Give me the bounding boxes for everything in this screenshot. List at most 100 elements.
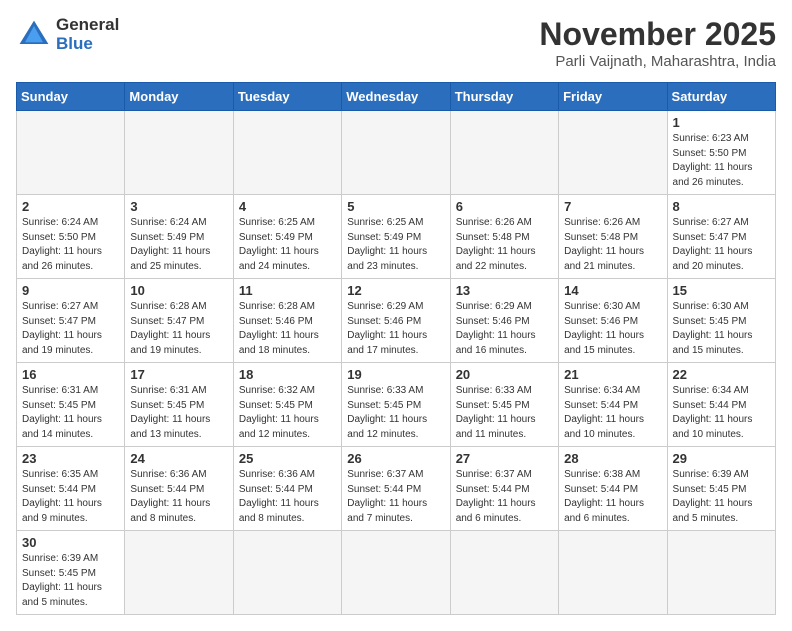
day-info: Sunrise: 6:32 AM Sunset: 5:45 PM Dayligh… <box>239 384 336 442</box>
calendar-cell: 28 Sunrise: 6:38 AM Sunset: 5:44 PM Dayli… <box>559 447 667 531</box>
day-number: 18 <box>239 367 336 382</box>
logo-text: General Blue <box>56 16 119 53</box>
calendar-cell: 27 Sunrise: 6:37 AM Sunset: 5:44 PM Dayli… <box>450 447 558 531</box>
calendar-cell <box>559 111 667 195</box>
logo-icon <box>16 17 52 53</box>
calendar-cell: 19 Sunrise: 6:33 AM Sunset: 5:45 PM Dayli… <box>342 363 450 447</box>
week-row-5: 23 Sunrise: 6:35 AM Sunset: 5:44 PM Dayli… <box>17 447 776 531</box>
calendar-cell: 12 Sunrise: 6:29 AM Sunset: 5:46 PM Dayli… <box>342 279 450 363</box>
calendar-table: SundayMondayTuesdayWednesdayThursdayFrid… <box>16 82 776 615</box>
week-row-6: 30 Sunrise: 6:39 AM Sunset: 5:45 PM Dayli… <box>17 531 776 615</box>
day-info: Sunrise: 6:25 AM Sunset: 5:49 PM Dayligh… <box>347 216 444 274</box>
day-number: 23 <box>22 451 119 466</box>
day-number: 12 <box>347 283 444 298</box>
logo-line2: Blue <box>56 35 119 54</box>
calendar-cell: 4 Sunrise: 6:25 AM Sunset: 5:49 PM Daylig… <box>233 195 341 279</box>
week-row-4: 16Sunrise: 6:31 AM Sunset: 5:45 PM Dayli… <box>17 363 776 447</box>
day-number: 27 <box>456 451 553 466</box>
weekday-header-wednesday: Wednesday <box>342 83 450 111</box>
day-number: 13 <box>456 283 553 298</box>
day-number: 10 <box>130 283 227 298</box>
day-number: 19 <box>347 367 444 382</box>
day-info: Sunrise: 6:37 AM Sunset: 5:44 PM Dayligh… <box>347 468 444 526</box>
calendar-cell <box>450 531 558 615</box>
calendar-cell <box>342 531 450 615</box>
weekday-header-tuesday: Tuesday <box>233 83 341 111</box>
calendar-cell: 20Sunrise: 6:33 AM Sunset: 5:45 PM Dayli… <box>450 363 558 447</box>
calendar-cell: 18 Sunrise: 6:32 AM Sunset: 5:45 PM Dayli… <box>233 363 341 447</box>
calendar-cell: 25 Sunrise: 6:36 AM Sunset: 5:44 PM Dayli… <box>233 447 341 531</box>
day-number: 17 <box>130 367 227 382</box>
calendar-cell: 22 Sunrise: 6:34 AM Sunset: 5:44 PM Dayli… <box>667 363 775 447</box>
day-info: Sunrise: 6:24 AM Sunset: 5:49 PM Dayligh… <box>130 216 227 274</box>
day-info: Sunrise: 6:36 AM Sunset: 5:44 PM Dayligh… <box>130 468 227 526</box>
day-number: 3 <box>130 199 227 214</box>
day-number: 9 <box>22 283 119 298</box>
day-number: 1 <box>673 115 770 130</box>
calendar-cell: 29Sunrise: 6:39 AM Sunset: 5:45 PM Dayli… <box>667 447 775 531</box>
day-number: 8 <box>673 199 770 214</box>
day-info: Sunrise: 6:29 AM Sunset: 5:46 PM Dayligh… <box>347 300 444 358</box>
calendar-cell: 16Sunrise: 6:31 AM Sunset: 5:45 PM Dayli… <box>17 363 125 447</box>
day-number: 2 <box>22 199 119 214</box>
calendar-cell <box>450 111 558 195</box>
page-header: General Blue November 2025 Parli Vaijnat… <box>16 16 776 70</box>
weekday-header-thursday: Thursday <box>450 83 558 111</box>
week-row-1: 1 Sunrise: 6:23 AM Sunset: 5:50 PM Daylig… <box>17 111 776 195</box>
calendar-cell <box>17 111 125 195</box>
day-number: 28 <box>564 451 661 466</box>
weekday-header-sunday: Sunday <box>17 83 125 111</box>
day-info: Sunrise: 6:35 AM Sunset: 5:44 PM Dayligh… <box>22 468 119 526</box>
day-number: 22 <box>673 367 770 382</box>
calendar-cell: 1 Sunrise: 6:23 AM Sunset: 5:50 PM Daylig… <box>667 111 775 195</box>
day-info: Sunrise: 6:36 AM Sunset: 5:44 PM Dayligh… <box>239 468 336 526</box>
month-title: November 2025 <box>539 16 776 53</box>
day-number: 26 <box>347 451 444 466</box>
title-block: November 2025 Parli Vaijnath, Maharashtr… <box>539 16 776 70</box>
day-number: 24 <box>130 451 227 466</box>
calendar-cell: 5Sunrise: 6:25 AM Sunset: 5:49 PM Daylig… <box>342 195 450 279</box>
day-number: 15 <box>673 283 770 298</box>
week-row-3: 9 Sunrise: 6:27 AM Sunset: 5:47 PM Daylig… <box>17 279 776 363</box>
day-info: Sunrise: 6:39 AM Sunset: 5:45 PM Dayligh… <box>22 552 119 610</box>
calendar-cell: 2 Sunrise: 6:24 AM Sunset: 5:50 PM Daylig… <box>17 195 125 279</box>
day-info: Sunrise: 6:25 AM Sunset: 5:49 PM Dayligh… <box>239 216 336 274</box>
logo-line1: General <box>56 16 119 35</box>
calendar-cell: 13Sunrise: 6:29 AM Sunset: 5:46 PM Dayli… <box>450 279 558 363</box>
day-info: Sunrise: 6:26 AM Sunset: 5:48 PM Dayligh… <box>456 216 553 274</box>
calendar-cell: 3 Sunrise: 6:24 AM Sunset: 5:49 PM Daylig… <box>125 195 233 279</box>
weekday-header-row: SundayMondayTuesdayWednesdayThursdayFrid… <box>17 83 776 111</box>
day-number: 11 <box>239 283 336 298</box>
day-info: Sunrise: 6:34 AM Sunset: 5:44 PM Dayligh… <box>673 384 770 442</box>
day-info: Sunrise: 6:28 AM Sunset: 5:46 PM Dayligh… <box>239 300 336 358</box>
week-row-2: 2 Sunrise: 6:24 AM Sunset: 5:50 PM Daylig… <box>17 195 776 279</box>
day-number: 21 <box>564 367 661 382</box>
calendar-cell <box>342 111 450 195</box>
calendar-cell: 15 Sunrise: 6:30 AM Sunset: 5:45 PM Dayli… <box>667 279 775 363</box>
day-info: Sunrise: 6:38 AM Sunset: 5:44 PM Dayligh… <box>564 468 661 526</box>
calendar-cell: 21Sunrise: 6:34 AM Sunset: 5:44 PM Dayli… <box>559 363 667 447</box>
day-info: Sunrise: 6:26 AM Sunset: 5:48 PM Dayligh… <box>564 216 661 274</box>
day-number: 20 <box>456 367 553 382</box>
location-title: Parli Vaijnath, Maharashtra, India <box>539 53 776 70</box>
calendar-cell: 7 Sunrise: 6:26 AM Sunset: 5:48 PM Daylig… <box>559 195 667 279</box>
day-info: Sunrise: 6:23 AM Sunset: 5:50 PM Dayligh… <box>673 132 770 190</box>
day-info: Sunrise: 6:33 AM Sunset: 5:45 PM Dayligh… <box>347 384 444 442</box>
day-info: Sunrise: 6:27 AM Sunset: 5:47 PM Dayligh… <box>22 300 119 358</box>
day-info: Sunrise: 6:31 AM Sunset: 5:45 PM Dayligh… <box>130 384 227 442</box>
day-number: 25 <box>239 451 336 466</box>
day-info: Sunrise: 6:39 AM Sunset: 5:45 PM Dayligh… <box>673 468 770 526</box>
calendar-cell: 14Sunrise: 6:30 AM Sunset: 5:46 PM Dayli… <box>559 279 667 363</box>
calendar-cell: 11 Sunrise: 6:28 AM Sunset: 5:46 PM Dayli… <box>233 279 341 363</box>
day-info: Sunrise: 6:24 AM Sunset: 5:50 PM Dayligh… <box>22 216 119 274</box>
calendar-cell <box>125 531 233 615</box>
calendar-cell <box>559 531 667 615</box>
day-info: Sunrise: 6:37 AM Sunset: 5:44 PM Dayligh… <box>456 468 553 526</box>
day-info: Sunrise: 6:30 AM Sunset: 5:45 PM Dayligh… <box>673 300 770 358</box>
day-info: Sunrise: 6:31 AM Sunset: 5:45 PM Dayligh… <box>22 384 119 442</box>
day-info: Sunrise: 6:30 AM Sunset: 5:46 PM Dayligh… <box>564 300 661 358</box>
day-number: 4 <box>239 199 336 214</box>
calendar-cell: 10Sunrise: 6:28 AM Sunset: 5:47 PM Dayli… <box>125 279 233 363</box>
day-number: 7 <box>564 199 661 214</box>
day-number: 30 <box>22 535 119 550</box>
